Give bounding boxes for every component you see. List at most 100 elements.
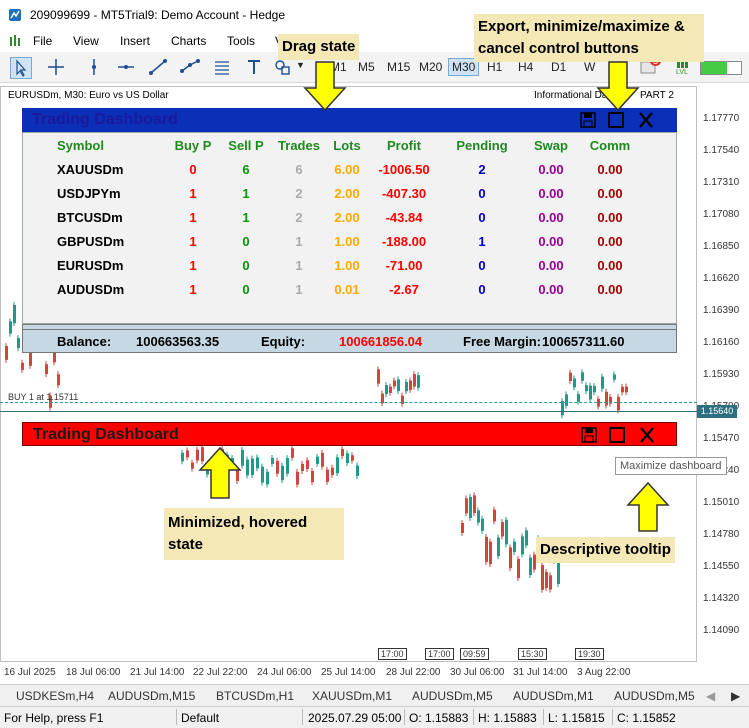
buy-order-line[interactable] xyxy=(0,402,697,403)
candle xyxy=(473,492,476,517)
timeframe-m5[interactable]: M5 xyxy=(358,60,375,74)
menu-file[interactable]: File xyxy=(33,34,52,48)
table-row: EURUSDm 1 0 1 1.00 -71.00 0 0.00 0.00 xyxy=(23,253,643,277)
candle xyxy=(186,447,189,461)
timeframe-m15[interactable]: M15 xyxy=(387,60,410,74)
candle xyxy=(341,446,344,460)
candle xyxy=(501,519,504,540)
tab-btcusd-h1[interactable]: BTCUSDm,H1 xyxy=(216,689,294,703)
cell-sell: 1 xyxy=(242,185,250,201)
tab-audusd-m5-2[interactable]: AUDUSDm,M5 xyxy=(614,689,695,703)
tab-scroll-right-icon[interactable]: ▶ xyxy=(731,689,740,703)
candle xyxy=(346,450,349,467)
candle xyxy=(525,527,528,549)
time-marker-box: 17:00 xyxy=(425,648,454,660)
candle xyxy=(326,466,329,485)
menu-charts[interactable]: Charts xyxy=(171,34,206,48)
dashboard-header-minimized[interactable]: Trading Dashboard xyxy=(22,422,677,446)
cell-lots: 1.00 xyxy=(334,233,360,249)
trading-dashboard: Trading Dashboard Symbol Buy P Sell P Tr… xyxy=(22,108,677,346)
timeframe-d1[interactable]: D1 xyxy=(551,60,566,74)
cell-lots: 0.01 xyxy=(334,281,360,297)
timeframe-w1[interactable]: W xyxy=(584,60,595,74)
shapes-icon[interactable] xyxy=(272,57,292,77)
cell-sell: 0 xyxy=(242,281,250,297)
vertical-line-icon[interactable] xyxy=(84,57,104,77)
menu-insert[interactable]: Insert xyxy=(120,34,150,48)
close-icon[interactable] xyxy=(636,111,656,129)
channel-icon[interactable] xyxy=(180,57,200,77)
arrow-down-icon xyxy=(596,61,640,112)
cell-swap: 0.00 xyxy=(538,185,564,201)
menu-view[interactable]: View xyxy=(73,34,99,48)
chart-tabs: USDKESm,H4 AUDUSDm,M15 BTCUSDm,H1 XAUUSD… xyxy=(0,684,749,707)
price-tick-label: 1.14780 xyxy=(703,529,740,540)
candle xyxy=(286,455,289,477)
timeframe-m20[interactable]: M20 xyxy=(419,60,442,74)
candle xyxy=(336,454,339,477)
trendline-icon[interactable] xyxy=(148,57,168,77)
timeframe-h1[interactable]: H1 xyxy=(487,60,502,74)
close-icon[interactable] xyxy=(637,426,657,444)
candle xyxy=(413,371,416,390)
news-icon[interactable]: 3 xyxy=(640,56,662,74)
cursor-icon[interactable] xyxy=(10,57,32,79)
cell-trades: 2 xyxy=(295,209,303,225)
crosshair-icon[interactable] xyxy=(46,57,66,77)
cell-symbol: BTCUSDm xyxy=(57,209,123,225)
cell-pending: 0 xyxy=(478,209,486,225)
candle xyxy=(605,388,608,409)
candle xyxy=(593,383,596,396)
col-trades: Trades xyxy=(278,137,320,153)
cell-symbol: GBPUSDm xyxy=(57,233,125,249)
table-row: USDJPYm 1 1 2 2.00 -407.30 0 0.00 0.00 xyxy=(23,181,643,205)
cell-comm: 0.00 xyxy=(597,209,623,225)
price-tick-label: 1.16160 xyxy=(703,337,740,348)
cell-comm: 0.00 xyxy=(597,161,623,177)
col-swap: Swap xyxy=(534,137,568,153)
export-icon[interactable] xyxy=(578,111,598,129)
time-tick-label: 22 Jul 22:00 xyxy=(193,667,248,678)
cell-profit: -43.84 xyxy=(385,209,423,225)
fibonacci-icon[interactable] xyxy=(212,57,232,77)
app-icon xyxy=(9,9,21,21)
timeframe-h4[interactable]: H4 xyxy=(518,60,533,74)
col-lots: Lots xyxy=(333,137,361,153)
cell-sell: 0 xyxy=(242,233,250,249)
status-high: H: 1.15883 xyxy=(478,711,537,725)
arrow-up-icon xyxy=(626,481,670,532)
col-comm: Comm xyxy=(589,137,631,153)
tab-xauusd-m1[interactable]: XAUUSDm,M1 xyxy=(312,689,392,703)
cell-pending: 1 xyxy=(478,233,486,249)
cell-symbol: USDJPYm xyxy=(57,185,121,201)
text-icon[interactable] xyxy=(244,57,264,77)
price-tick-label: 1.16850 xyxy=(703,241,740,252)
candle xyxy=(191,459,194,472)
tab-usdkes-h4[interactable]: USDKESm,H4 xyxy=(16,689,94,703)
export-icon[interactable] xyxy=(579,426,599,444)
menu-tools[interactable]: Tools xyxy=(227,34,255,48)
candle xyxy=(316,453,319,467)
tab-scroll-left-icon[interactable]: ◀ xyxy=(706,689,715,703)
candle xyxy=(401,392,404,407)
tab-audusd-m15[interactable]: AUDUSDm,M15 xyxy=(108,689,195,703)
candle xyxy=(569,369,572,384)
candle xyxy=(17,335,20,352)
candle xyxy=(45,361,48,378)
cell-comm: 0.00 xyxy=(597,233,623,249)
horizontal-line-icon[interactable] xyxy=(116,57,136,77)
tab-audusd-m5[interactable]: AUDUSDm,M5 xyxy=(412,689,493,703)
candle xyxy=(385,382,388,398)
col-sell: Sell P xyxy=(228,137,264,153)
tab-audusd-m1[interactable]: AUDUSDm,M1 xyxy=(513,689,594,703)
dashboard-header[interactable]: Trading Dashboard xyxy=(22,108,677,132)
maximize-icon[interactable] xyxy=(606,111,626,129)
candle xyxy=(301,460,304,474)
candle xyxy=(377,366,380,387)
maximize-icon[interactable] xyxy=(607,426,627,444)
current-price-marker: 1.15640 xyxy=(697,405,737,418)
cell-profit: -188.00 xyxy=(381,233,427,249)
candle xyxy=(481,515,484,534)
cell-buy: 1 xyxy=(189,209,197,225)
status-close: C: 1.15852 xyxy=(617,711,676,725)
